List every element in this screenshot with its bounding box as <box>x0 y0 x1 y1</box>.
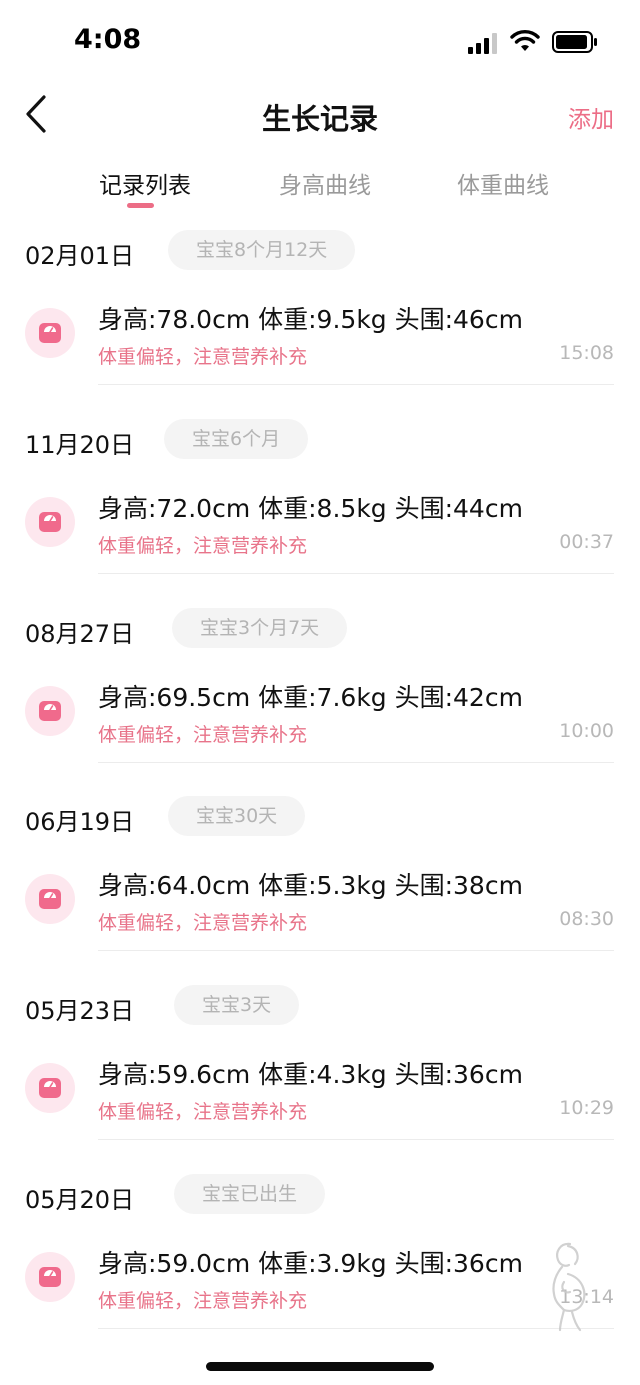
record-time: 10:00 <box>559 719 614 742</box>
record-time: 00:37 <box>559 530 614 553</box>
divider <box>98 1327 614 1329</box>
pregnant-woman-icon[interactable] <box>538 1240 596 1332</box>
age-badge: 宝宝3天 <box>174 985 300 1026</box>
divider <box>98 572 614 574</box>
divider <box>98 384 614 385</box>
advice-text: 体重偏轻，注意营养补充 <box>98 1101 308 1124</box>
record-time: 15:08 <box>559 342 614 364</box>
signal-icon <box>468 33 497 54</box>
record-time: 10:29 <box>559 1097 614 1120</box>
measurement-text: 身高:72.0cm 体重:8.5kg 头围:44cm <box>98 493 523 523</box>
record-item[interactable]: 05月23日 宝宝3天 身高:59.6cm 体重:4.3kg 头围:36cm 体… <box>0 981 640 1170</box>
advice-text: 体重偏轻，注意营养补充 <box>98 534 308 557</box>
advice-text: 体重偏轻，注意营养补充 <box>98 912 308 935</box>
record-item[interactable]: 11月20日 宝宝6个月 身高:72.0cm 体重:8.5kg 头围:44cm … <box>0 415 640 604</box>
measurement-text: 身高:59.0cm 体重:3.9kg 头围:36cm <box>98 1248 523 1278</box>
wifi-icon <box>510 30 540 51</box>
age-badge: 宝宝8个月12天 <box>168 230 356 270</box>
record-item[interactable]: 06月19日 宝宝30天 身高:64.0cm 体重:5.3kg 头围:38cm … <box>0 792 640 981</box>
measurement-text: 身高:64.0cm 体重:5.3kg 头围:38cm <box>98 871 523 901</box>
divider <box>98 1139 614 1141</box>
scale-icon <box>25 496 75 547</box>
age-badge: 宝宝已出生 <box>174 1173 326 1214</box>
divider <box>98 950 614 952</box>
divider <box>98 761 614 763</box>
age-badge: 宝宝6个月 <box>164 418 309 459</box>
active-tab-indicator <box>127 203 154 208</box>
advice-text: 体重偏轻，注意营养补充 <box>98 346 308 368</box>
record-time: 08:30 <box>559 908 614 931</box>
measurement-text: 身高:78.0cm 体重:9.5kg 头围:46cm <box>98 305 523 334</box>
scale-icon <box>25 1063 75 1114</box>
record-date: 02月01日 <box>25 242 135 270</box>
home-indicator[interactable] <box>206 1362 434 1371</box>
tab-record-list[interactable]: 记录列表 <box>99 166 191 200</box>
record-item[interactable]: 08月27日 宝宝3个月7天 身高:69.5cm 体重:7.6kg 头围:42c… <box>0 604 640 793</box>
battery-icon <box>552 31 597 53</box>
age-badge: 宝宝3个月7天 <box>172 607 348 648</box>
measurement-text: 身高:59.6cm 体重:4.3kg 头围:36cm <box>98 1060 523 1090</box>
status-time: 4:08 <box>74 24 142 55</box>
record-date: 05月20日 <box>25 1185 135 1214</box>
scale-icon <box>25 874 75 925</box>
record-item[interactable]: 02月01日 宝宝8个月12天 身高:78.0cm 体重:9.5kg 头围:46… <box>0 226 640 415</box>
record-date: 06月19日 <box>25 808 135 837</box>
tab-height-curve[interactable]: 身高曲线 <box>279 166 371 200</box>
record-date: 11月20日 <box>25 430 135 459</box>
measurement-text: 身高:69.5cm 体重:7.6kg 头围:42cm <box>98 682 523 712</box>
advice-text: 体重偏轻，注意营养补充 <box>98 1289 308 1312</box>
tab-bar: 记录列表 身高曲线 体重曲线 <box>0 160 640 210</box>
page-title: 生长记录 <box>261 102 378 136</box>
add-button[interactable]: 添加 <box>568 100 614 134</box>
age-badge: 宝宝30天 <box>168 796 306 837</box>
status-bar: 4:08 <box>0 0 640 88</box>
scale-icon <box>25 685 75 736</box>
tab-weight-curve[interactable]: 体重曲线 <box>457 166 549 200</box>
nav-bar: 生长记录 添加 <box>0 88 640 140</box>
record-date: 08月27日 <box>25 619 135 648</box>
scale-icon <box>25 308 75 358</box>
record-date: 05月23日 <box>25 997 135 1026</box>
scale-icon <box>25 1251 75 1302</box>
record-list: 02月01日 宝宝8个月12天 身高:78.0cm 体重:9.5kg 头围:46… <box>0 226 640 1359</box>
advice-text: 体重偏轻，注意营养补充 <box>98 723 308 746</box>
